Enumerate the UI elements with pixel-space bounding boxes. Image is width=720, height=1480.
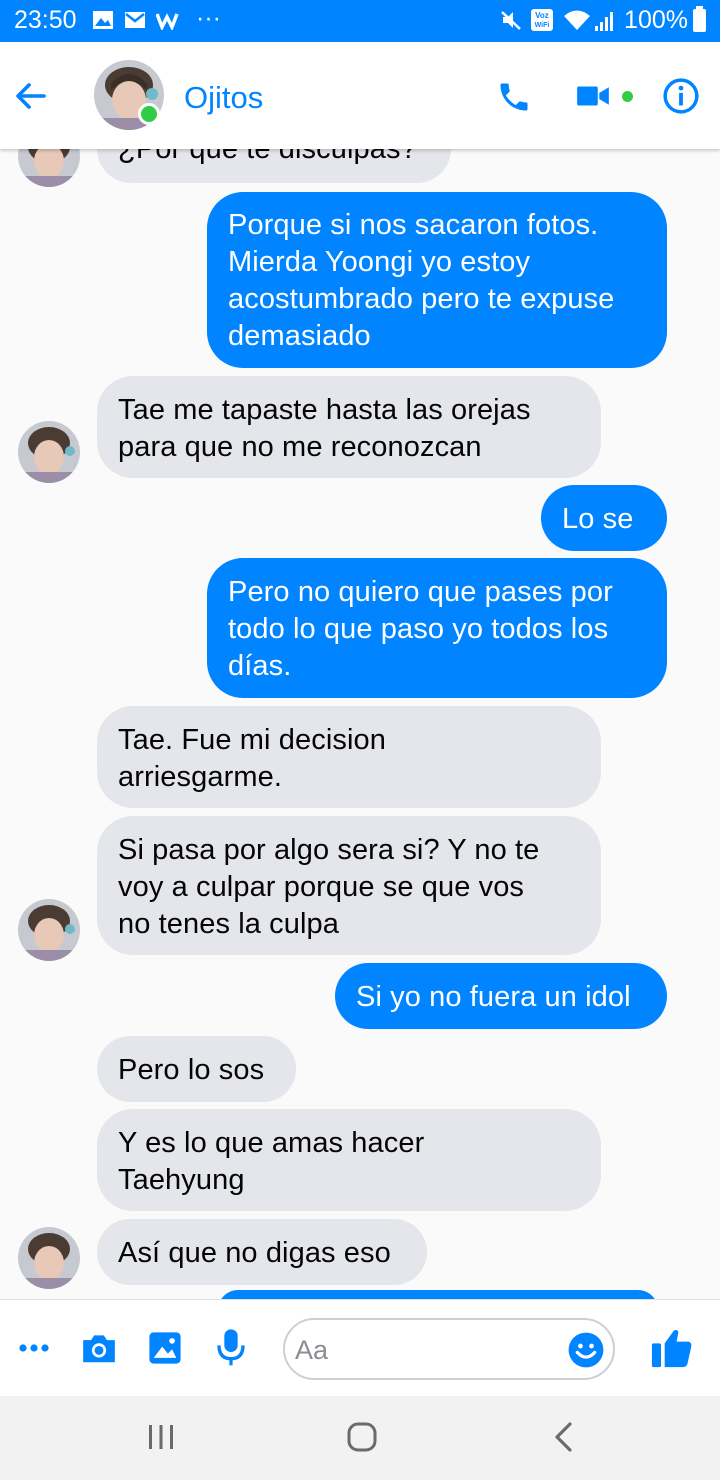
- status-time: 23:50: [14, 6, 77, 34]
- w-app-icon: [156, 13, 179, 30]
- gallery-icon: [93, 11, 113, 29]
- contact-avatar-small[interactable]: [18, 421, 80, 483]
- home-icon[interactable]: [346, 1421, 378, 1453]
- video-icon[interactable]: [574, 77, 612, 115]
- contact-avatar-small[interactable]: [18, 149, 80, 187]
- battery-icon: [693, 6, 706, 32]
- wifi-icon: [564, 10, 590, 30]
- system-navigation-bar: [0, 1396, 720, 1480]
- avatar-photo: [18, 421, 80, 483]
- message-outgoing[interactable]: Porque si nos sacaron fotos. Mierda Yoon…: [207, 192, 667, 368]
- avatar-photo: [18, 1227, 80, 1289]
- message-incoming[interactable]: Tae me tapaste hasta las orejas para que…: [97, 376, 601, 478]
- message-outgoing-partial[interactable]: [218, 1290, 658, 1299]
- battery-percent: 100%: [624, 6, 688, 34]
- microphone-icon[interactable]: [215, 1328, 247, 1368]
- contact-avatar-small[interactable]: [18, 899, 80, 961]
- message-outgoing[interactable]: Si yo no fuera un idol: [335, 963, 667, 1029]
- image-icon[interactable]: [148, 1331, 182, 1365]
- like-icon[interactable]: [650, 1327, 694, 1369]
- svg-text:Voz: Voz: [535, 11, 549, 20]
- message-incoming[interactable]: Tae. Fue mi decision arriesgarme.: [97, 706, 601, 808]
- message-outgoing[interactable]: Pero no quiero que pases por todo lo que…: [207, 558, 667, 698]
- avatar-photo: [18, 899, 80, 961]
- more-notifications-dots: ···: [196, 4, 221, 32]
- signal-icon: [595, 12, 613, 31]
- email-icon: [125, 12, 145, 28]
- message-incoming[interactable]: Si pasa por algo sera si? Y no te voy a …: [97, 816, 601, 955]
- phone-icon[interactable]: [496, 79, 532, 115]
- message-thread[interactable]: ¿Por que te disculpas? Porque si nos sac…: [0, 149, 720, 1299]
- emoji-icon[interactable]: [567, 1331, 605, 1369]
- recent-apps-icon[interactable]: [146, 1422, 176, 1452]
- message-incoming[interactable]: Pero lo sos: [97, 1036, 296, 1102]
- message-input-box[interactable]: [283, 1318, 615, 1380]
- status-bar: 23:50 ··· Voz WiFi 100%: [0, 0, 720, 42]
- more-icon[interactable]: [18, 1328, 50, 1368]
- camera-icon[interactable]: [80, 1330, 118, 1366]
- contact-name[interactable]: Ojitos: [184, 80, 263, 116]
- message-outgoing[interactable]: Lo se: [541, 485, 667, 551]
- info-icon[interactable]: [662, 77, 700, 115]
- message-incoming[interactable]: Así que no digas eso: [97, 1219, 427, 1285]
- message-input[interactable]: [295, 1332, 555, 1368]
- mute-icon: [501, 11, 521, 30]
- contact-avatar-small[interactable]: [18, 1227, 80, 1289]
- svg-text:WiFi: WiFi: [535, 22, 550, 29]
- video-active-dot: [622, 91, 633, 102]
- message-incoming[interactable]: Y es lo que amas hacer Taehyung: [97, 1109, 601, 1211]
- vowifi-icon: Voz WiFi: [531, 9, 553, 31]
- message-composer: [0, 1299, 720, 1396]
- online-indicator: [138, 103, 160, 125]
- avatar-photo: [18, 149, 80, 187]
- back-icon[interactable]: [550, 1421, 578, 1453]
- conversation-header: Ojitos: [0, 42, 720, 149]
- back-arrow-icon[interactable]: [12, 78, 48, 114]
- message-incoming[interactable]: ¿Por que te disculpas?: [97, 149, 451, 183]
